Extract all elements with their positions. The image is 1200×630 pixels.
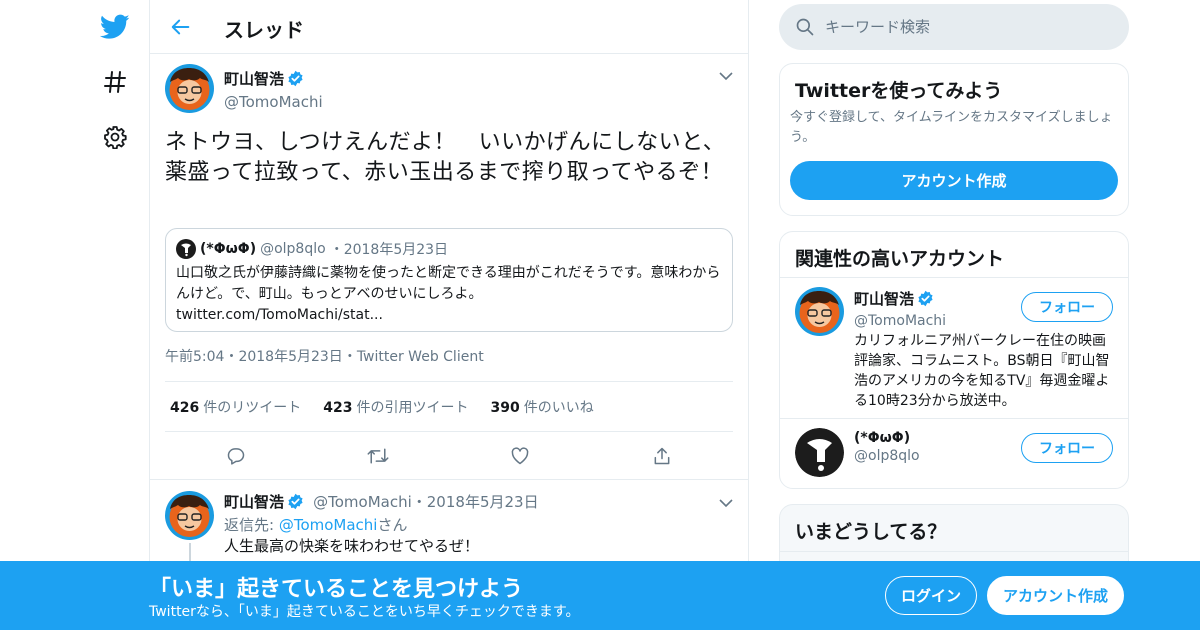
tweet-date[interactable]: 2018年5月23日 [238, 349, 342, 365]
replying-to: 返信先: @TomoMachiさん [224, 514, 408, 535]
verified-badge-icon [287, 493, 304, 514]
page-title: スレッド [224, 18, 304, 42]
reply-prefix: 返信先: [224, 516, 275, 534]
quoted-date: 2018年5月23日 [343, 242, 449, 258]
divider [780, 277, 1128, 278]
back-arrow-icon[interactable] [164, 10, 198, 44]
create-account-button[interactable]: アカウント作成 [790, 161, 1118, 200]
follow-button[interactable]: フォロー [1021, 433, 1113, 463]
quoted-author-name: (*ΦωΦ) [200, 241, 257, 257]
follow-button[interactable]: フォロー [1021, 292, 1113, 322]
reply-text: 人生最高の快楽を味わわせてやるぜ！ [224, 537, 480, 555]
account-info: (*ΦωΦ) @olp8qlo [854, 430, 920, 464]
heart-icon[interactable] [502, 438, 538, 474]
signup-banner: 「いま」起きていることを見つけよう Twitterなら、「いま」起きていることを… [0, 561, 1200, 630]
verified-badge-icon [917, 290, 934, 311]
quoted-tweet[interactable]: (*ΦωΦ) @olp8qlo ・ 2018年5月23日 山口敬之氏が伊藤詩織に… [165, 228, 733, 332]
divider [780, 551, 1128, 552]
retweets-stat[interactable]: 426 件のリツイート [170, 397, 301, 417]
quoted-text: 山口敬之氏が伊藤詩織に薬物を使ったと断定できる理由がこれだそうです。意味わからん… [176, 265, 721, 302]
account-handle[interactable]: @TomoMachi [854, 313, 946, 329]
right-sidebar: Twitterを使ってみよう 今すぐ登録して、タイムラインをカスタマイズしましょ… [779, 0, 1129, 630]
reply-date[interactable]: 2018年5月23日 [427, 493, 539, 511]
reply-icon[interactable] [218, 438, 254, 474]
avatar[interactable] [165, 491, 214, 540]
related-accounts-card: 関連性の高いアカウント 町山智浩 @TomoMachi フォロー カリフォルニア… [779, 231, 1129, 489]
tweet-stats: 426 件のリツイート 423 件の引用ツイート 390 件のいいね [165, 381, 733, 432]
separator-dot: ・ [329, 242, 344, 258]
quotes-stat[interactable]: 423 件の引用ツイート [323, 397, 468, 417]
separator-dot: ・ [411, 493, 427, 511]
left-nav [80, 0, 150, 630]
quoted-tweet-header: (*ΦωΦ) @olp8qlo ・ 2018年5月23日 [176, 239, 448, 259]
reply-header: 町山智浩 @TomoMachi・2018年5月23日 [224, 491, 539, 514]
reply-suffix: さん [377, 516, 408, 534]
chevron-down-icon[interactable] [716, 66, 736, 86]
chevron-down-icon[interactable] [716, 493, 736, 513]
signup-card: Twitterを使ってみよう 今すぐ登録して、タイムラインをカスタマイズしましょ… [779, 63, 1129, 216]
divider [780, 418, 1128, 419]
avatar[interactable] [795, 287, 844, 336]
trends-card-title: いまどうしてる？ [795, 521, 947, 543]
thread-column: スレッド 町山智浩 @TomoMachi ネトウヨ、しつけえんだよ！ いいかげん… [149, 0, 749, 630]
tweet-meta: 午前5:04・2018年5月23日・Twitter Web Client [165, 346, 484, 366]
tweet-time[interactable]: 午前5:04 [165, 349, 224, 365]
separator-dot: ・ [342, 349, 357, 365]
search-bar[interactable] [779, 4, 1129, 50]
author-name[interactable]: 町山智浩 [224, 70, 284, 88]
likes-stat[interactable]: 390 件のいいね [490, 397, 593, 417]
banner-subtitle: Twitterなら、「いま」起きていることをいち早くチェックできます。 [149, 604, 580, 620]
share-icon[interactable] [644, 438, 680, 474]
account-name[interactable]: (*ΦωΦ) [854, 430, 920, 446]
avatar[interactable] [165, 64, 214, 113]
account-name[interactable]: 町山智浩 [854, 290, 914, 308]
account-handle[interactable]: @olp8qlo [854, 448, 920, 464]
quoted-avatar [176, 239, 196, 259]
related-card-title: 関連性の高いアカウント [795, 248, 1005, 270]
thread-connector-line [189, 543, 191, 563]
gear-icon[interactable] [90, 115, 140, 159]
login-button[interactable]: ログイン [885, 576, 977, 615]
thread-header: スレッド [150, 0, 748, 54]
quoted-text-block: 山口敬之氏が伊藤詩織に薬物を使ったと断定できる理由がこれだそうです。意味わからん… [176, 263, 724, 326]
author-handle[interactable]: @TomoMachi [224, 93, 323, 111]
verified-badge-icon [287, 70, 304, 91]
signup-card-title: Twitterを使ってみよう [795, 80, 1003, 102]
tweet-actions [165, 438, 733, 474]
reply-to-link[interactable]: @TomoMachi [279, 516, 378, 534]
quoted-link[interactable]: twitter.com/TomoMachi/stat... [176, 307, 383, 323]
quoted-author-handle: @olp8qlo [260, 241, 326, 257]
banner-create-account-button[interactable]: アカウント作成 [987, 576, 1124, 615]
banner-title: 「いま」起きていることを見つけよう [149, 577, 524, 602]
search-input[interactable] [825, 4, 1115, 50]
twitter-bird-icon[interactable] [90, 5, 140, 49]
hashtag-icon[interactable] [90, 60, 140, 104]
tweet-client[interactable]: Twitter Web Client [357, 349, 484, 365]
account-info: 町山智浩 @TomoMachi [854, 288, 946, 329]
tweet-author: 町山智浩 @TomoMachi [224, 68, 323, 111]
signup-card-subtitle: 今すぐ登録して、タイムラインをカスタマイズしましょう。 [790, 110, 1113, 145]
author-name[interactable]: 町山智浩 [224, 493, 284, 511]
retweet-icon[interactable] [360, 438, 396, 474]
account-bio: カリフォルニア州バークレー在住の映画評論家、コラムニスト。BS朝日『町山智浩のア… [854, 333, 1110, 409]
author-handle[interactable]: @TomoMachi [313, 493, 412, 511]
main-tweet: 町山智浩 @TomoMachi ネトウヨ、しつけえんだよ！ いいかげんにしないと… [150, 54, 748, 480]
avatar[interactable] [795, 428, 844, 477]
tweet-text: ネトウヨ、しつけえんだよ！ いいかげんにしないと、薬盛って拉致って、赤い玉出るま… [165, 130, 726, 185]
search-icon [795, 17, 815, 41]
separator-dot: ・ [224, 349, 239, 365]
